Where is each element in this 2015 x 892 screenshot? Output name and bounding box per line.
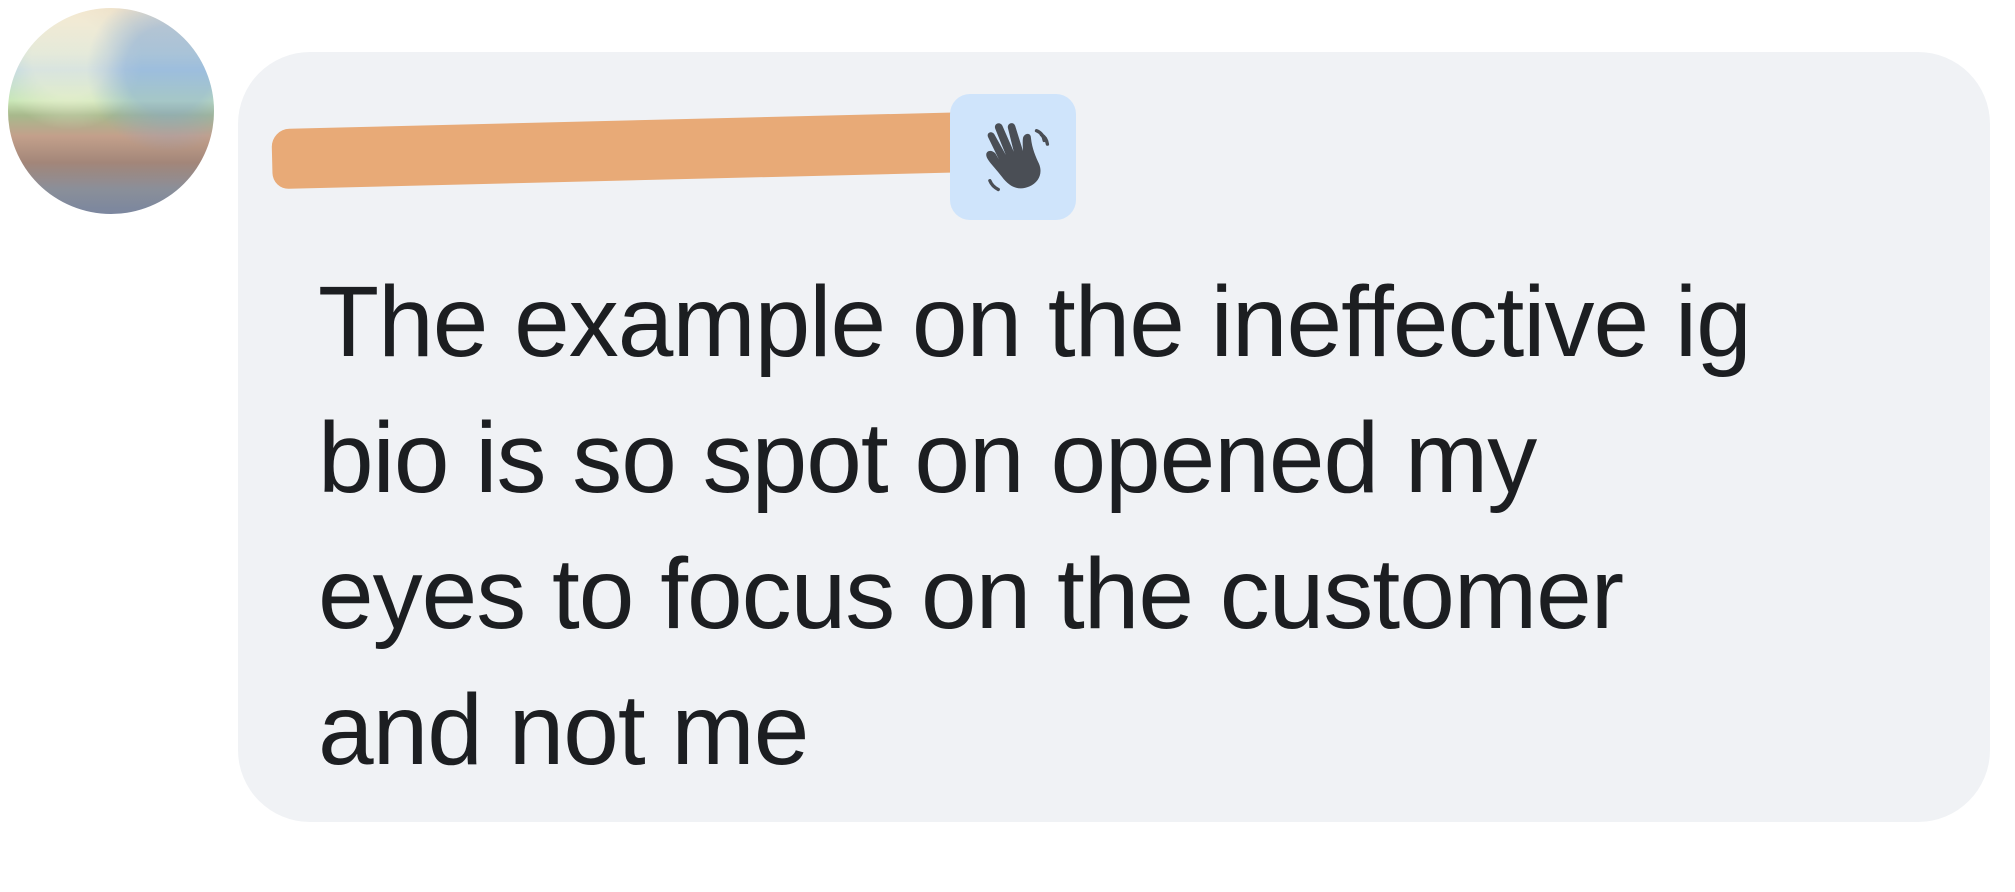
comment-text: The example on the ineffective ig bio is… <box>318 266 1752 786</box>
author-row <box>271 94 1140 220</box>
avatar[interactable] <box>8 8 214 214</box>
redaction-mark <box>271 110 1023 190</box>
comment-screenshot: The example on the ineffective ig bio is… <box>0 0 2015 892</box>
waving-hand-icon <box>950 94 1076 220</box>
